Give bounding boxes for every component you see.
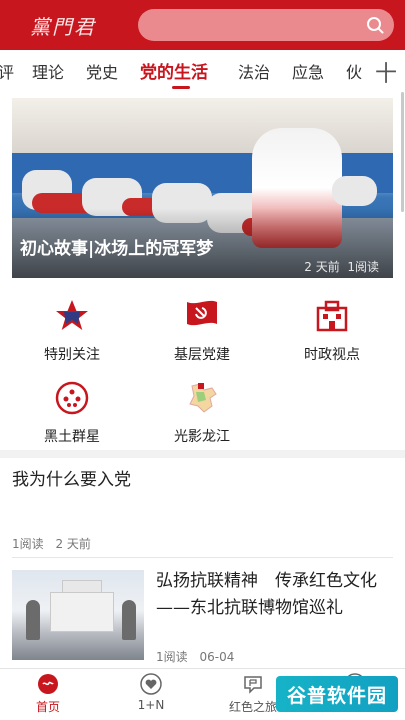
tab-rule-of-law[interactable]: 法治 xyxy=(238,59,270,83)
tab-emergency[interactable]: 应急 xyxy=(292,59,324,83)
flag-bubble-icon xyxy=(244,676,262,694)
tab-theory[interactable]: 理论 xyxy=(32,59,64,83)
shortcut-label: 光影龙江 xyxy=(174,429,230,445)
shortcut-label: 特别关注 xyxy=(44,347,100,363)
banner-reads: 1阅读 xyxy=(347,260,379,274)
article-time: 06-04 xyxy=(199,650,235,664)
party-flag-icon xyxy=(187,300,217,326)
featured-banner[interactable]: 初心故事|冰场上的冠军梦 2 天前 1阅读 xyxy=(12,98,393,278)
tab-commentary[interactable]: 评 xyxy=(0,59,14,83)
province-map-icon xyxy=(189,383,217,413)
active-tab-indicator xyxy=(172,86,190,89)
thumbnail-tree xyxy=(122,600,136,640)
stars-circle-icon xyxy=(55,381,89,415)
article-title[interactable]: 弘扬抗联精神 传承红色文化——东北抗联博物馆巡礼 xyxy=(156,568,396,622)
shortcut-black-soil-stars[interactable]: 黑土群星 xyxy=(12,380,132,446)
building-icon xyxy=(316,300,348,332)
article-reads: 1阅读 xyxy=(156,650,188,664)
scrollbar xyxy=(401,92,404,212)
article-meta: 1阅读 2 天前 xyxy=(12,535,99,552)
site-watermark: 谷普软件园 xyxy=(276,676,398,712)
banner-title[interactable]: 初心故事|冰场上的冠军梦 xyxy=(20,234,213,259)
app-header: 黨門君 xyxy=(0,0,405,50)
shortcut-grassroots-party[interactable]: 基层党建 xyxy=(142,298,262,364)
nav-label: 1+N xyxy=(137,698,165,712)
section-divider xyxy=(0,450,405,458)
category-tabs: 评 理论 党史 党的生活 法治 应急 伙 十 xyxy=(0,50,405,92)
nav-label: 首页 xyxy=(35,700,60,714)
banner-photo-figure xyxy=(332,176,377,206)
article-thumbnail[interactable] xyxy=(12,570,144,660)
shortcut-current-affairs[interactable]: 时政视点 xyxy=(272,298,392,364)
thumbnail-building xyxy=(50,592,114,632)
shortcut-label: 基层党建 xyxy=(174,347,230,363)
heart-icon xyxy=(140,673,162,695)
thumbnail-tree xyxy=(26,600,40,640)
shortcut-special-focus[interactable]: 特别关注 xyxy=(12,298,132,364)
tab-party-history[interactable]: 党史 xyxy=(86,59,118,83)
list-separator xyxy=(12,557,393,558)
article-title[interactable]: 我为什么要入党 xyxy=(12,465,131,490)
search-icon[interactable] xyxy=(366,16,384,34)
article-meta: 1阅读 06-04 xyxy=(156,648,242,665)
banner-time: 2 天前 xyxy=(304,260,340,274)
nav-1-plus-n[interactable]: 1+N xyxy=(111,673,191,712)
tab-party-life[interactable]: 党的生活 xyxy=(140,58,208,83)
app-logo: 黨門君 xyxy=(30,14,96,39)
shortcut-light-shadow-longjiang[interactable]: 光影龙江 xyxy=(142,380,262,446)
star-icon xyxy=(56,300,88,330)
search-input[interactable] xyxy=(138,9,394,41)
shortcut-label: 时政视点 xyxy=(304,347,360,363)
tab-more-button[interactable]: 十 xyxy=(375,56,397,88)
shortcut-label: 黑土群星 xyxy=(44,429,100,445)
home-logo-icon xyxy=(38,674,58,694)
article-time: 2 天前 xyxy=(55,537,91,551)
banner-meta: 2 天前 1阅读 xyxy=(304,258,379,275)
tab-partial[interactable]: 伙 xyxy=(346,59,362,83)
nav-home[interactable]: 首页 xyxy=(8,673,88,715)
article-reads: 1阅读 xyxy=(12,537,44,551)
